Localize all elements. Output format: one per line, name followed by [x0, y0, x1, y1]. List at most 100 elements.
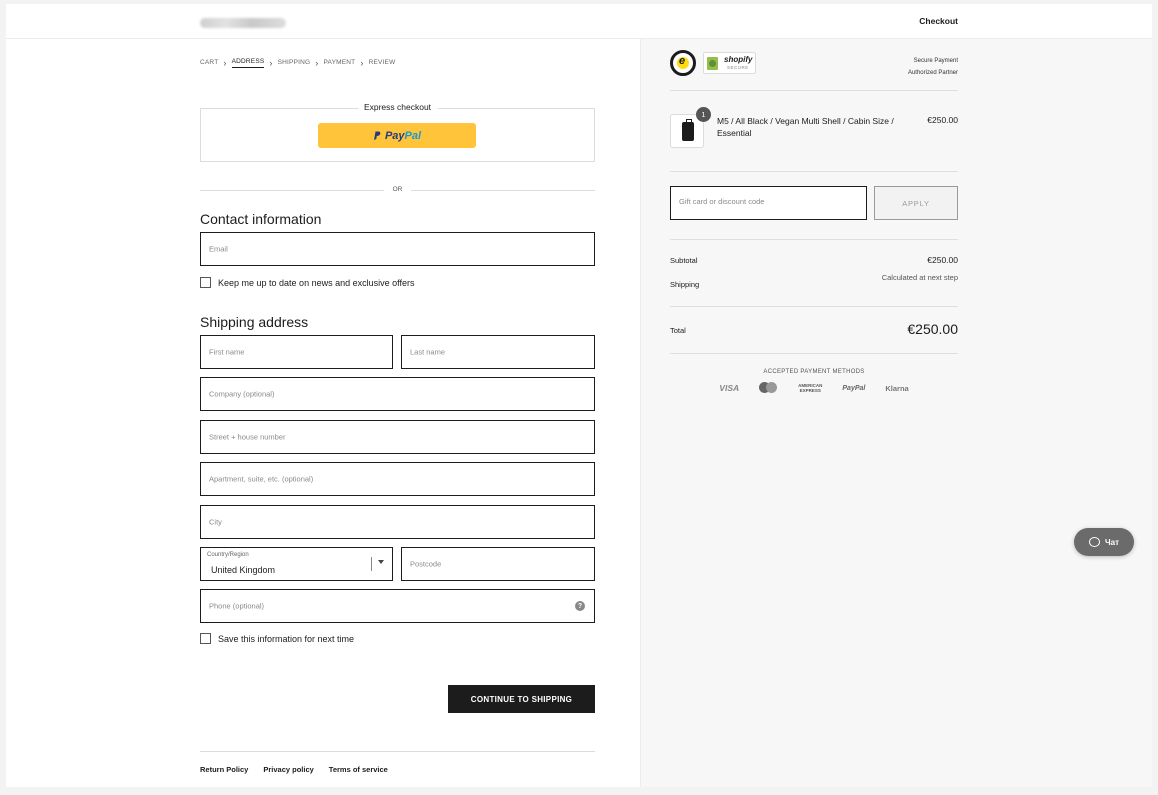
postcode-placeholder: Postcode: [410, 559, 442, 569]
divider-line: [411, 190, 595, 191]
select-separator: [371, 557, 372, 571]
order-summary: e shopify SECURE Secure Payment Authoriz…: [640, 39, 1152, 787]
shipping-title: Shipping address: [200, 314, 309, 330]
country-value: United Kingdom: [211, 565, 276, 575]
checkout-form-column: CART › ADDRESS › SHIPPING › PAYMENT › RE…: [6, 39, 640, 787]
last-name-field[interactable]: Last name: [401, 335, 595, 369]
trust-badges: e shopify SECURE: [670, 50, 756, 76]
secure-payment-text: Secure Payment Authorized Partner: [908, 55, 958, 79]
visa-icon: VISA: [719, 383, 740, 393]
help-icon[interactable]: ?: [575, 601, 585, 611]
total-value: €250.00: [907, 321, 958, 337]
secure-payment-line: Secure Payment: [913, 58, 958, 64]
or-divider: OR: [200, 186, 595, 196]
paypal-icon: PayPal: [842, 384, 866, 392]
privacy-policy-link[interactable]: Privacy policy: [263, 765, 313, 774]
breadcrumb-payment: PAYMENT: [323, 58, 356, 66]
express-checkout-title: Express checkout: [357, 102, 438, 112]
breadcrumb-address: ADDRESS: [231, 58, 265, 68]
save-info-checkbox-row[interactable]: Save this information for next time: [200, 633, 354, 644]
chat-label: Чат: [1105, 537, 1119, 547]
chat-button[interactable]: Чат: [1074, 528, 1134, 556]
apartment-placeholder: Apartment, suite, etc. (optional): [209, 474, 314, 484]
contact-title: Contact information: [200, 211, 322, 227]
phone-placeholder: Phone (optional): [209, 601, 265, 611]
company-field[interactable]: Company (optional): [200, 377, 595, 411]
or-text: OR: [392, 186, 403, 193]
trusted-shops-glyph: e: [679, 55, 686, 67]
chevron-down-icon: [378, 560, 384, 564]
shopify-label: shopify: [724, 55, 753, 64]
footer-divider: [200, 751, 595, 752]
apartment-field[interactable]: Apartment, suite, etc. (optional): [200, 462, 595, 496]
street-placeholder: Street + house number: [209, 432, 286, 442]
discount-placeholder: Gift card or discount code: [679, 197, 765, 206]
product-name: M5 / All Black / Vegan Multi Shell / Cab…: [717, 116, 894, 138]
subtotal-value: €250.00: [927, 255, 958, 265]
summary-divider: [670, 306, 958, 307]
paypal-button[interactable]: Pay Pal: [318, 123, 476, 148]
header-title: Checkout: [919, 16, 958, 26]
mastercard-icon: [759, 382, 778, 394]
suitcase-icon: [682, 119, 694, 141]
newsletter-checkbox-row[interactable]: Keep me up to date on news and exclusive…: [200, 277, 414, 288]
shopify-sub: SECURE: [727, 65, 749, 70]
phone-field[interactable]: Phone (optional) ?: [200, 589, 595, 623]
breadcrumb-review: REVIEW: [368, 58, 396, 66]
apply-discount-button[interactable]: APPLY: [874, 186, 958, 220]
first-name-placeholder: First name: [209, 347, 245, 357]
authorized-partner-line: Authorized Partner: [907, 70, 958, 76]
header: Checkout: [6, 4, 1152, 39]
city-field[interactable]: City: [200, 505, 595, 539]
paypal-wordmark-pal: Pal: [404, 129, 422, 142]
footer-links: Return Policy Privacy policy Terms of se…: [200, 765, 403, 774]
last-name-placeholder: Last name: [410, 347, 446, 357]
summary-divider: [670, 171, 958, 172]
paypal-wordmark-pay: Pay: [384, 129, 405, 142]
express-checkout: Express checkout Pay Pal: [200, 102, 595, 162]
payment-methods-title: ACCEPTED PAYMENT METHODS: [763, 369, 865, 375]
chevron-right-icon: ›: [315, 57, 319, 68]
newsletter-label: Keep me up to date on news and exclusive…: [218, 277, 415, 288]
chevron-right-icon: ›: [360, 57, 364, 68]
total-label: Total: [670, 326, 686, 335]
shipping-value: Calculated at next step: [881, 273, 958, 282]
subtotal-label: Subtotal: [670, 256, 698, 265]
klarna-icon: Klarna: [885, 383, 909, 393]
discount-code-field[interactable]: Gift card or discount code: [670, 186, 867, 220]
city-placeholder: City: [209, 517, 222, 527]
save-info-checkbox[interactable]: [200, 633, 211, 644]
company-placeholder: Company (optional): [209, 389, 275, 399]
paypal-logo-icon: [373, 131, 381, 140]
shopify-secure-badge: shopify SECURE: [703, 52, 756, 74]
chevron-right-icon: ›: [223, 57, 227, 68]
lock-icon: [707, 57, 718, 70]
payment-methods: VISA AMERICAN EXPRESS PayPal Klarna: [670, 382, 958, 394]
breadcrumb: CART › ADDRESS › SHIPPING › PAYMENT › RE…: [200, 58, 395, 68]
return-policy-link[interactable]: Return Policy: [200, 765, 248, 774]
checkout-page: Checkout CART › ADDRESS › SHIPPING › PAY…: [6, 4, 1152, 787]
breadcrumb-shipping: SHIPPING: [277, 58, 311, 66]
quantity-badge: 1: [696, 107, 711, 122]
email-field[interactable]: Email: [200, 232, 595, 266]
summary-divider: [670, 90, 958, 91]
postcode-field[interactable]: Postcode: [401, 547, 595, 581]
save-info-label: Save this information for next time: [218, 633, 355, 644]
summary-divider: [670, 353, 958, 354]
country-label: Country/Region: [207, 552, 249, 558]
continue-to-shipping-button[interactable]: CONTINUE TO SHIPPING: [448, 685, 595, 713]
chevron-right-icon: ›: [269, 57, 273, 68]
terms-of-service-link[interactable]: Terms of service: [329, 765, 388, 774]
trusted-shops-badge-icon[interactable]: e: [670, 50, 696, 76]
newsletter-checkbox[interactable]: [200, 277, 211, 288]
amex-icon: AMERICAN EXPRESS: [798, 383, 822, 393]
first-name-field[interactable]: First name: [200, 335, 393, 369]
product-price: €250.00: [927, 115, 958, 125]
street-field[interactable]: Street + house number: [200, 420, 595, 454]
country-select[interactable]: Country/Region United Kingdom: [200, 547, 393, 581]
shipping-label: Shipping: [670, 280, 700, 289]
product-thumbnail: 1: [670, 107, 711, 148]
amex-line: EXPRESS: [799, 388, 821, 393]
store-logo[interactable]: [200, 18, 286, 28]
breadcrumb-cart[interactable]: CART: [200, 59, 218, 68]
